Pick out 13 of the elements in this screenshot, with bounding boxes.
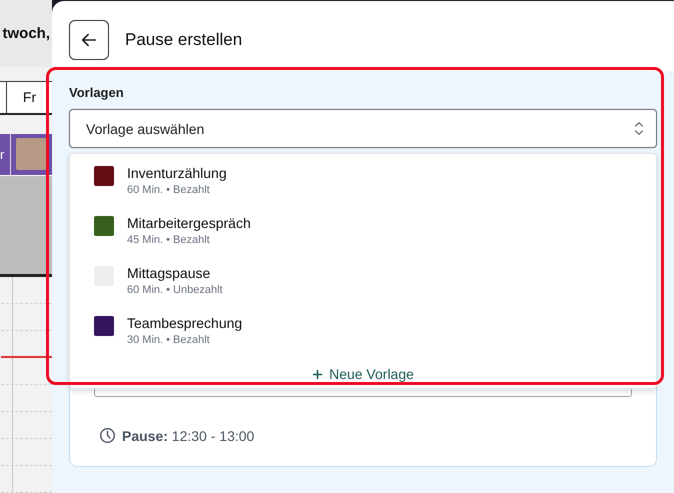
template-details: 60 Min. • Unbezahlt <box>127 284 223 296</box>
template-details: 60 Min. • Bezahlt <box>127 184 211 196</box>
field-label: Vorlagen <box>69 85 125 100</box>
template-name: Inventurzählung <box>127 164 227 182</box>
select-placeholder: Vorlage auswählen <box>86 120 204 136</box>
template-name: Mitarbeitergespräch <box>127 214 251 232</box>
day-heading: twoch, <box>2 24 50 42</box>
template-name: Teambesprechung <box>127 314 242 332</box>
template-details: 30 Min. • Bezahlt <box>127 334 211 346</box>
pause-summary: Pause: 12:30 - 13:00 <box>122 428 254 444</box>
template-name: Mittagspause <box>127 264 212 282</box>
panel-title: Pause erstellen <box>125 30 242 50</box>
template-details: 45 Min. • Bezahlt <box>127 234 211 246</box>
